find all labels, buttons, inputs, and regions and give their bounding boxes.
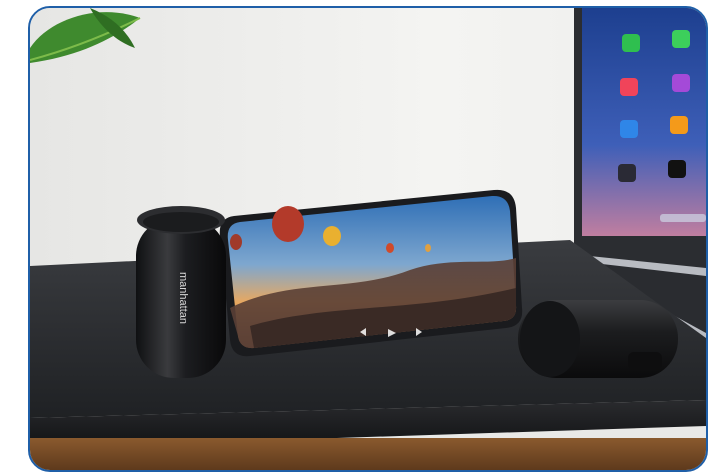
- phone-stand-power-bank-icon: manhattan: [136, 206, 226, 378]
- product-photo: manhattan: [30, 8, 706, 470]
- compact-power-bank-icon: [518, 300, 678, 378]
- wooden-floor: [30, 438, 706, 470]
- product-photo-frame: manhattan: [28, 6, 708, 472]
- brand-label: manhattan: [177, 272, 189, 324]
